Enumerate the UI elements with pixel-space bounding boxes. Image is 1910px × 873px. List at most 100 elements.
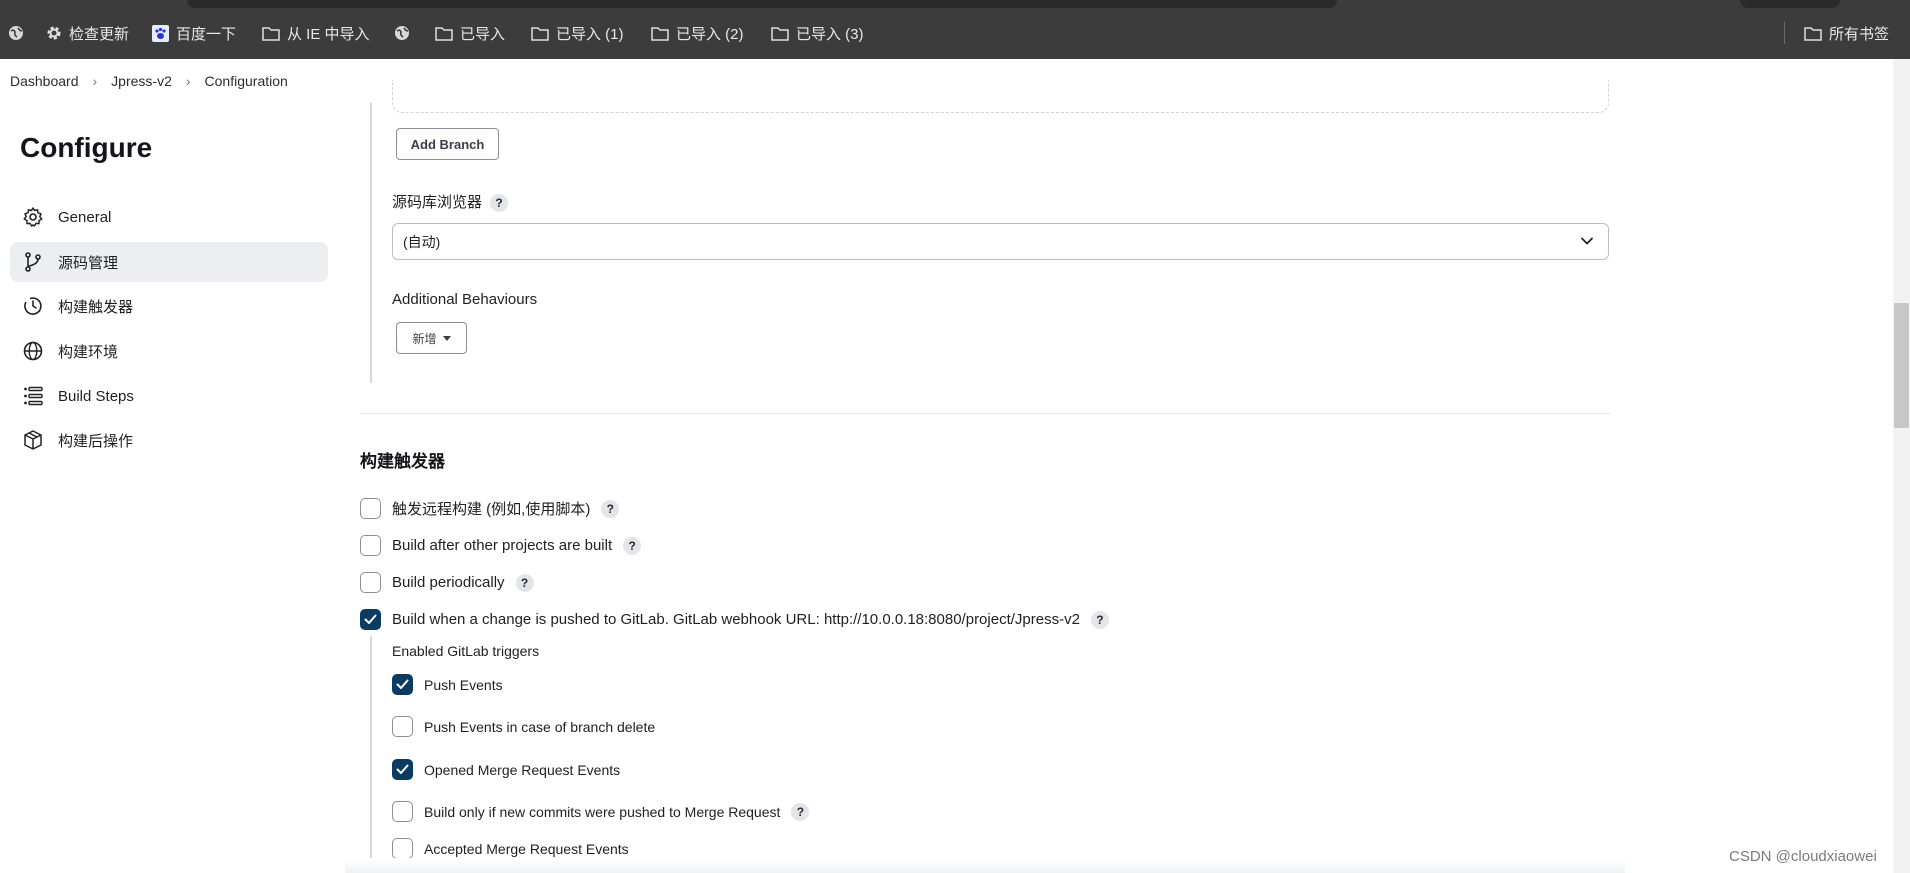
sidebar-item-general[interactable]: General (10, 197, 328, 237)
checkbox-checked[interactable] (360, 609, 381, 630)
checkbox[interactable] (360, 535, 381, 556)
gitlab-trigger-label: Opened Merge Request Events (424, 761, 621, 778)
trigger-remote-build[interactable]: 触发远程构建 (例如,使用脚本) ? (360, 498, 620, 519)
sidebar-item-label: Build Steps (58, 387, 134, 405)
bookmark-label: 检查更新 (69, 25, 130, 43)
sticky-footer-shadow (345, 858, 1625, 873)
bookmark-label: 从 IE 中导入 (287, 25, 370, 43)
repo-browser-select[interactable]: (自动) (392, 223, 1609, 260)
sidebar-item-post-build[interactable]: 构建后操作 (10, 420, 328, 460)
help-icon[interactable]: ? (623, 536, 642, 555)
bookmark-imported-2[interactable]: 已导入 (2) (651, 20, 744, 46)
chevron-down-icon (1581, 237, 1593, 245)
bookmark-imported-1[interactable]: 已导入 (1) (531, 20, 624, 46)
gitlab-push-branch-delete[interactable]: Push Events in case of branch delete (392, 716, 655, 737)
bookmark-check-update[interactable]: 检查更新 (46, 20, 129, 46)
gitlab-trigger-label: Accepted Merge Request Events (424, 840, 629, 857)
bookmark-baidu[interactable]: 百度一下 (152, 20, 236, 46)
git-branch-icon (25, 252, 41, 272)
help-icon[interactable]: ? (515, 573, 534, 592)
checkbox[interactable] (360, 572, 381, 593)
sidebar-item-label: 构建后操作 (58, 432, 134, 450)
bookmark-globe-2[interactable] (394, 20, 410, 46)
help-icon[interactable]: ? (1090, 610, 1109, 629)
scrollbar-thumb[interactable] (1894, 303, 1909, 428)
bookmark-label: 已导入 (460, 25, 506, 43)
trigger-label: Build after other projects are built (392, 537, 613, 554)
address-bar-edge (187, 0, 1337, 8)
add-branch-button[interactable]: Add Branch (396, 128, 499, 160)
bookmark-label: 已导入 (3) (796, 25, 864, 43)
checkbox-checked[interactable] (392, 759, 413, 780)
gitlab-build-new-commits-mr[interactable]: Build only if new commits were pushed to… (392, 801, 810, 822)
repo-browser-label: 源码库浏览器? (392, 191, 509, 213)
list-icon (24, 386, 43, 406)
bookmark-all[interactable]: 所有书签 (1804, 20, 1889, 46)
breadcrumb-configuration[interactable]: Configuration (205, 73, 288, 89)
cube-icon (24, 430, 42, 450)
checkbox[interactable] (392, 716, 413, 737)
sidebar-item-label: 构建环境 (58, 343, 119, 361)
help-icon[interactable]: ? (601, 499, 620, 518)
checkbox[interactable] (392, 801, 413, 822)
bookmark-import-ie[interactable]: 从 IE 中导入 (262, 20, 370, 46)
bookmark-globe-1[interactable] (8, 20, 24, 46)
help-icon[interactable]: ? (791, 802, 810, 821)
bookmarks-bar: 检查更新 百度一下 从 IE 中导入 已导入 已导入 (1) 已导入 (2) 已… (0, 0, 1910, 59)
caret-down-icon (442, 335, 451, 341)
checkbox[interactable] (392, 838, 413, 859)
chevron-right-icon: › (185, 73, 191, 89)
section-title-triggers: 构建触发器 (360, 452, 445, 471)
gitlab-opened-mr[interactable]: Opened Merge Request Events (392, 759, 620, 780)
branch-box-end (392, 80, 1609, 113)
sidebar-item-build-steps[interactable]: Build Steps (10, 376, 328, 416)
checkmark-icon (396, 679, 409, 689)
scm-section-rule (370, 103, 372, 383)
checkmark-icon (364, 614, 377, 624)
help-icon[interactable]: ? (490, 194, 509, 213)
gitlab-triggers-label: Enabled GitLab triggers (392, 643, 540, 659)
trigger-periodically[interactable]: Build periodically ? (360, 572, 534, 593)
folder-icon (651, 26, 669, 41)
trigger-label: Build periodically (392, 574, 505, 591)
add-behaviour-dropdown[interactable]: 新增 (396, 322, 467, 354)
watermark: CSDN @cloudxiaowei (1729, 848, 1877, 865)
breadcrumb-dashboard[interactable]: Dashboard (10, 73, 79, 89)
folder-icon (771, 26, 789, 41)
baidu-paw-icon (152, 24, 169, 42)
gitlab-push-events[interactable]: Push Events (392, 674, 503, 695)
repo-browser-label-text: 源码库浏览器 (392, 194, 483, 211)
sidebar-item-label: 构建触发器 (58, 298, 134, 316)
gear-icon (47, 26, 61, 40)
folder-icon (435, 26, 453, 41)
folder-icon (531, 26, 549, 41)
globe-icon (9, 26, 23, 40)
gear-icon (23, 207, 43, 227)
gitlab-trigger-label: Push Events in case of branch delete (424, 718, 656, 735)
bookmark-imported-3[interactable]: 已导入 (3) (771, 20, 864, 46)
checkbox[interactable] (360, 498, 381, 519)
breadcrumb-project[interactable]: Jpress-v2 (111, 73, 172, 89)
trigger-after-other-projects[interactable]: Build after other projects are built ? (360, 535, 642, 556)
clock-icon (24, 297, 42, 315)
section-divider (360, 413, 1610, 414)
scrollbar-track[interactable] (1893, 59, 1910, 873)
gitlab-accepted-mr[interactable]: Accepted Merge Request Events (392, 838, 629, 859)
trigger-gitlab-push[interactable]: Build when a change is pushed to GitLab.… (360, 609, 1109, 630)
toolbar-edge (1740, 0, 1840, 8)
bookmark-label: 已导入 (2) (676, 25, 744, 43)
sidebar-item-label: General (58, 208, 112, 226)
gitlab-trigger-label: Push Events (424, 676, 503, 693)
page-title: Configure (20, 132, 153, 163)
gitlab-section-rule (370, 636, 372, 873)
checkmark-icon (396, 764, 409, 774)
sidebar-item-scm[interactable]: 源码管理 (10, 242, 328, 282)
folder-icon (262, 26, 280, 41)
checkbox-checked[interactable] (392, 674, 413, 695)
globe-icon (23, 341, 43, 361)
bookmark-imported[interactable]: 已导入 (435, 20, 505, 46)
globe-icon (395, 26, 409, 40)
bookmark-label: 已导入 (1) (556, 25, 624, 43)
sidebar-item-environment[interactable]: 构建环境 (10, 331, 328, 371)
sidebar-item-triggers[interactable]: 构建触发器 (10, 286, 328, 326)
